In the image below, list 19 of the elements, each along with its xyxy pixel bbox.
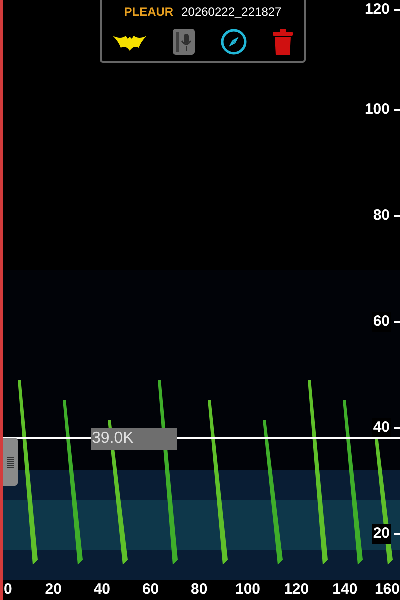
cursor-handle[interactable]	[3, 438, 18, 486]
species-code: PLEAUR	[124, 4, 174, 21]
cursor-frequency-label: 39.0K	[91, 428, 177, 450]
file-name: 20260222_221827	[182, 4, 282, 21]
x-axis-label: 140	[332, 580, 359, 600]
y-axis-label: 60	[372, 312, 391, 332]
x-axis-label: 160	[374, 580, 400, 600]
x-axis-label: 80	[190, 580, 209, 600]
y-axis-label: 20	[372, 524, 391, 544]
x-axis-label: 120	[283, 580, 310, 600]
x-axis-label: 40	[92, 580, 112, 600]
x-axis-label: 0	[4, 580, 12, 600]
trash-icon[interactable]	[273, 29, 293, 55]
x-axis-label: 100	[234, 580, 262, 600]
y-axis-label: 40	[372, 418, 391, 438]
x-axis-label: 20	[44, 580, 63, 600]
notebook-microphone-icon[interactable]	[173, 29, 195, 55]
x-axis-label: 60	[141, 580, 160, 600]
compass-icon[interactable]	[221, 29, 247, 55]
